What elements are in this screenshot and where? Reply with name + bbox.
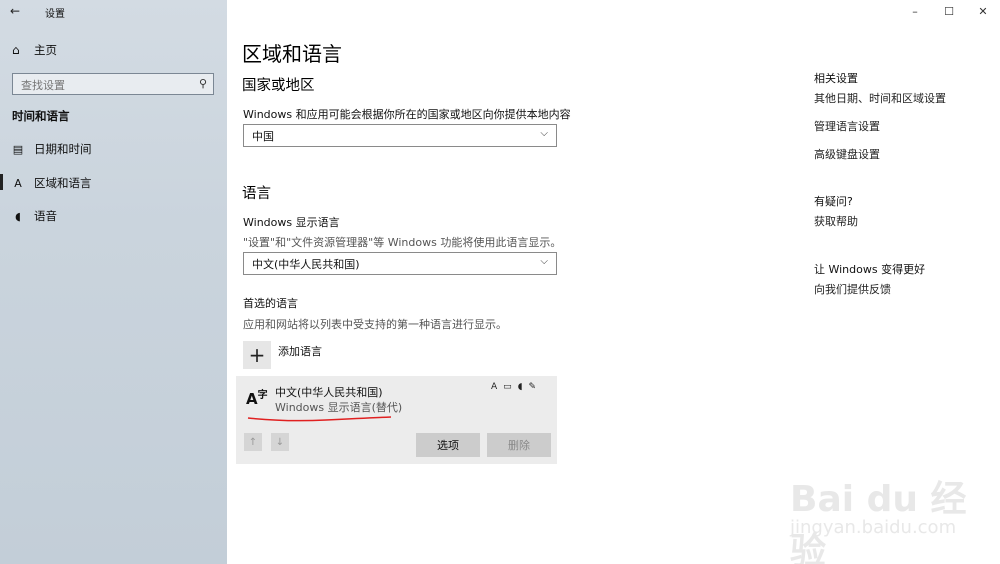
sidebar-item-region-language[interactable]: A 区域和语言 (0, 174, 92, 191)
search-icon[interactable]: ⚲ (199, 77, 207, 90)
baidu-watermark: Bai du 经验 jingyan.baidu.com (750, 455, 1000, 564)
related-link[interactable]: 管理语言设置 (814, 118, 880, 134)
chevron-down-icon: ⌵ (540, 128, 548, 139)
options-button[interactable]: 选项 (416, 433, 480, 457)
nav-home[interactable]: ⌂ 主页 (12, 42, 57, 58)
display-language-label: Windows 显示语言 (243, 216, 340, 229)
country-description: Windows 和应用可能会根据你所在的国家或地区向你提供本地内容 (243, 108, 571, 121)
page-title: 区域和语言 (242, 42, 342, 66)
language-list-item[interactable]: A字 中文(中华人民共和国) Windows 显示语言(替代) A ▭ ◖ ✎ … (236, 376, 557, 464)
nav-home-label: 主页 (34, 43, 57, 57)
display-language-dropdown[interactable]: 中文(中华人民共和国) ⌵ (243, 252, 557, 275)
move-down-button[interactable]: ↓ (271, 433, 289, 451)
add-language-label: 添加语言 (278, 345, 322, 358)
sidebar: ← 设置 ⌂ 主页 ⚲ 时间和语言 ▤ 日期和时间 A 区域和语言 ◖ 语音 (0, 0, 227, 564)
sidebar-item-speech[interactable]: ◖ 语音 (12, 208, 57, 224)
display-language-description: "设置"和"文件资源管理器"等 Windows 功能将使用此语言显示。 (243, 236, 562, 249)
red-underline-annotation (247, 416, 392, 422)
help-heading: 有疑问? (814, 195, 853, 208)
language-heading: 语言 (242, 186, 271, 202)
language-name: 中文(中华人民共和国) (275, 386, 383, 399)
calendar-clock-icon: ▤ (12, 142, 24, 156)
handwriting-icon: ✎ (528, 382, 536, 392)
display-language-selected: 中文(中华人民共和国) (252, 257, 360, 271)
speech-recognition-icon: ◖ (517, 382, 523, 392)
country-selected: 中国 (252, 129, 274, 143)
language-glyph-icon: A字 (246, 390, 268, 408)
search-input[interactable] (13, 75, 188, 96)
microphone-icon: ◖ (15, 209, 21, 223)
watermark-url: jingyan.baidu.com (790, 517, 957, 538)
move-up-button[interactable]: ↑ (244, 433, 262, 451)
language-subtitle: Windows 显示语言(替代) (275, 401, 403, 414)
language-features: A ▭ ◖ ✎ (491, 382, 536, 392)
search-box[interactable]: ⚲ (12, 73, 214, 96)
related-settings-heading: 相关设置 (814, 72, 858, 85)
section-header: 时间和语言 (12, 109, 70, 123)
chevron-down-icon: ⌵ (540, 256, 548, 267)
plus-icon: + (243, 341, 271, 369)
remove-button[interactable]: 删除 (487, 433, 551, 457)
feedback-link[interactable]: 向我们提供反馈 (814, 281, 891, 297)
back-arrow-icon[interactable]: ← (10, 4, 28, 20)
close-button[interactable]: ✕ (966, 0, 1000, 22)
minimize-button[interactable]: – (898, 0, 932, 22)
sidebar-item-label: 语音 (34, 209, 57, 223)
sidebar-item-label: 区域和语言 (34, 176, 92, 190)
related-link[interactable]: 其他日期、时间和区域设置 (814, 90, 946, 106)
related-link[interactable]: 高级键盘设置 (814, 146, 880, 162)
language-icon: A (14, 176, 22, 190)
window-controls: – ☐ ✕ (898, 0, 1000, 22)
sidebar-item-label: 日期和时间 (34, 142, 92, 156)
titlebar-left: ← 设置 (0, 0, 227, 24)
sidebar-item-date-time[interactable]: ▤ 日期和时间 (12, 141, 92, 157)
get-help-link[interactable]: 获取帮助 (814, 213, 858, 229)
app-title: 设置 (45, 9, 65, 20)
text-to-speech-icon: ▭ (503, 382, 512, 392)
preferred-languages-heading: 首选的语言 (243, 297, 298, 310)
home-icon: ⌂ (12, 43, 20, 57)
display-language-icon: A (491, 382, 498, 392)
preferred-languages-description: 应用和网站将以列表中受支持的第一种语言进行显示。 (243, 318, 507, 331)
feedback-heading: 让 Windows 变得更好 (814, 263, 926, 276)
country-heading: 国家或地区 (242, 78, 315, 94)
country-dropdown[interactable]: 中国 ⌵ (243, 124, 557, 147)
maximize-button[interactable]: ☐ (932, 0, 966, 22)
main-content: – ☐ ✕ 区域和语言 国家或地区 Windows 和应用可能会根据你所在的国家… (227, 0, 1000, 564)
add-language-button[interactable]: + 添加语言 (243, 341, 322, 369)
